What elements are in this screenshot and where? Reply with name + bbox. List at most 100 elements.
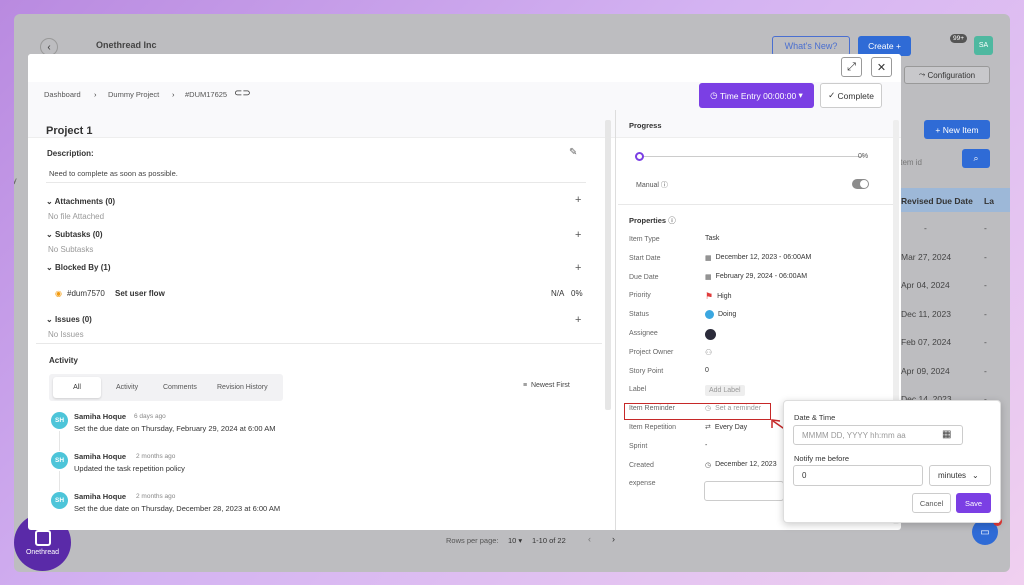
- activity-author: Samiha Hoque: [74, 412, 127, 421]
- reminder-popup: Date & Time MMMM DD, YYYY hh:mm aa ▦ Not…: [783, 400, 1001, 523]
- property-label-story-point: Story Point: [629, 367, 664, 375]
- property-value-start-date: ▦ December 12, 2023 - 06:00AM: [705, 254, 811, 262]
- add-label-chip[interactable]: Add Label: [705, 385, 745, 397]
- description-text[interactable]: Need to complete as soon as possible.: [49, 169, 178, 178]
- table-cell-date: Mar 27, 2024: [901, 251, 952, 262]
- datetime-input[interactable]: MMMM DD, YYYY hh:mm aa: [793, 425, 963, 445]
- prev-page-button[interactable]: ‹: [588, 534, 591, 544]
- pane-divider: [615, 110, 616, 530]
- created-value: December 12, 2023: [715, 461, 777, 469]
- issues-header[interactable]: ⌄ Issues (0): [46, 315, 92, 324]
- notify-label: Notify me before: [794, 454, 850, 463]
- attachments-header[interactable]: ⌄ Attachments (0): [46, 197, 115, 206]
- property-label-due-date: Due Date: [629, 273, 659, 281]
- manual-label: Manual ⓘ: [636, 180, 668, 190]
- user-avatar[interactable]: SA: [974, 36, 993, 55]
- blocker-name[interactable]: Set user flow: [115, 289, 165, 298]
- add-blocker-button[interactable]: +: [575, 262, 581, 274]
- breadcrumb-dashboard[interactable]: Dashboard: [44, 90, 81, 99]
- time-entry-button[interactable]: ◷ Time Entry 00:00:00 ▾: [699, 83, 814, 108]
- search-button[interactable]: ⌕: [962, 149, 990, 168]
- company-name: Onethread Inc: [96, 40, 157, 50]
- property-value-due-date: ▦ February 29, 2024 - 06:00AM: [705, 273, 807, 281]
- whats-new-button[interactable]: What's New?: [772, 36, 850, 56]
- story-point-value[interactable]: 0: [705, 367, 709, 374]
- table-cell: -: [984, 251, 987, 262]
- blocked-by-header[interactable]: ⌄ Blocked By (1): [46, 263, 111, 272]
- chevron-down-icon: ⌄: [46, 315, 55, 324]
- tab-comments[interactable]: Comments: [163, 384, 197, 391]
- left-scrollbar[interactable]: [605, 120, 611, 410]
- table-cell: -: [984, 365, 987, 376]
- time-entry-label: Time Entry 00:00:00: [719, 90, 797, 101]
- save-button[interactable]: Save: [956, 493, 991, 513]
- activity-text: Set the due date on Thursday, February 2…: [74, 424, 276, 433]
- cancel-button[interactable]: Cancel: [912, 493, 951, 513]
- chevron-down-icon: ⌄: [46, 197, 55, 206]
- add-attachment-button[interactable]: +: [575, 194, 581, 206]
- manual-toggle[interactable]: [852, 179, 869, 189]
- description-label: Description:: [47, 149, 94, 158]
- user-plus-icon[interactable]: ⚇: [705, 348, 712, 357]
- create-button[interactable]: Create +: [858, 36, 911, 56]
- property-label-priority: Priority: [629, 292, 651, 300]
- modal-topbar: [28, 54, 901, 82]
- breadcrumb-project[interactable]: Dummy Project: [108, 90, 159, 99]
- progress-track[interactable]: [639, 156, 864, 157]
- tab-activity[interactable]: Activity: [116, 384, 138, 391]
- toggle-knob: [860, 180, 868, 188]
- expense-input[interactable]: [704, 481, 784, 501]
- configuration-label: Configuration: [927, 70, 976, 80]
- due-date-value[interactable]: February 29, 2024 - 06:00AM: [716, 273, 807, 280]
- search-input[interactable]: Item id: [898, 158, 922, 167]
- sort-label: Newest First: [530, 382, 570, 389]
- start-date-value[interactable]: December 12, 2023 - 06:00AM: [716, 254, 812, 261]
- rows-per-page-select[interactable]: 10 ▾: [508, 536, 522, 545]
- new-item-button[interactable]: + New Item: [924, 120, 990, 139]
- subtasks-label: Subtasks (0): [54, 230, 103, 239]
- property-value-item-repetition: ⇄ Every Day: [705, 423, 747, 432]
- property-label-label: Label: [629, 386, 647, 394]
- complete-button[interactable]: ✓ Complete: [820, 83, 882, 108]
- tab-all[interactable]: All: [53, 377, 101, 398]
- chat-icon: ▭: [980, 526, 990, 538]
- item-reminder-highlight: [624, 403, 771, 420]
- item-repetition-value[interactable]: Every Day: [715, 424, 747, 431]
- add-issue-button[interactable]: +: [575, 314, 581, 326]
- property-value-status: Doing: [705, 310, 737, 320]
- next-page-button[interactable]: ›: [612, 534, 615, 544]
- table-cell-date: Feb 07, 2024: [901, 337, 952, 347]
- assignee-avatar[interactable]: [705, 329, 716, 340]
- blocker-id[interactable]: #dum7570: [67, 289, 105, 298]
- breadcrumb-item-id: #DUM17625: [185, 90, 228, 99]
- table-cell-date: Dec 11, 2023: [901, 308, 951, 319]
- progress-slider-handle[interactable]: [635, 152, 644, 161]
- notify-unit-select[interactable]: minutes ⌄: [929, 465, 991, 486]
- sprint-value[interactable]: -: [705, 442, 707, 449]
- property-value-project-owner: ⚇: [705, 348, 712, 357]
- divider: [46, 182, 586, 183]
- flag-icon: ⚑: [705, 291, 714, 302]
- timeline-line: [59, 431, 60, 451]
- subtasks-header[interactable]: ⌄ Subtasks (0): [46, 230, 103, 239]
- table-cell: -: [984, 223, 987, 233]
- status-value: Doing: [718, 311, 737, 319]
- tab-revision-history[interactable]: Revision History: [217, 384, 268, 391]
- add-subtask-button[interactable]: +: [575, 229, 581, 241]
- notify-amount-input[interactable]: 0: [793, 465, 923, 486]
- property-label-expense: expense: [629, 480, 656, 488]
- activity-time: 6 days ago: [134, 413, 166, 420]
- task-title[interactable]: Project 1: [46, 125, 92, 137]
- edit-description-icon[interactable]: ✎: [569, 147, 577, 158]
- link-icon[interactable]: ⊂⊃: [234, 88, 251, 99]
- property-label-start-date: Start Date: [629, 254, 661, 262]
- calendar-icon[interactable]: ▦: [942, 429, 951, 440]
- close-button[interactable]: ✕: [871, 57, 892, 77]
- property-label-item-type: Item Type: [629, 236, 660, 243]
- configuration-button[interactable]: ⤳ Configuration: [904, 66, 990, 84]
- expand-button[interactable]: ⤢: [841, 57, 862, 77]
- sort-button[interactable]: ≡ Newest First: [523, 382, 570, 389]
- search-icon: ⌕: [973, 153, 979, 163]
- sort-icon: ≡: [523, 382, 531, 389]
- info-icon: ⓘ: [668, 216, 676, 225]
